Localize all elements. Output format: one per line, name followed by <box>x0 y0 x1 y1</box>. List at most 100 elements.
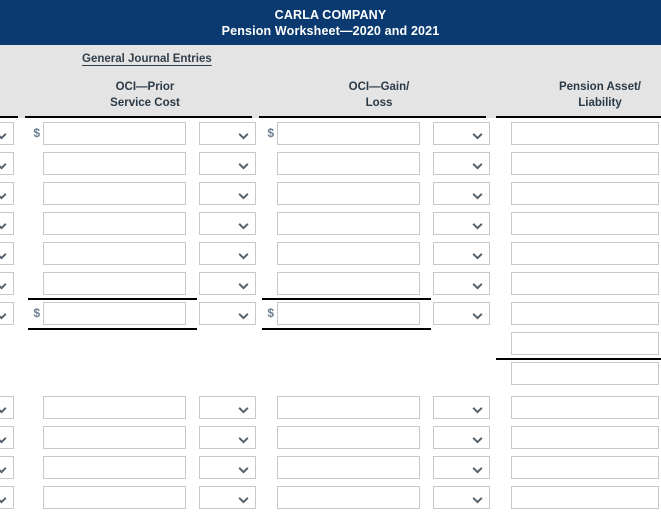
row-6-pension-asset-liability-input[interactable] <box>511 302 659 325</box>
row-4-prior-service-cost-select[interactable] <box>199 242 256 265</box>
row-0-gl-currency-cell: $ <box>262 122 274 145</box>
header-rule-left <box>0 116 18 118</box>
worksheet-subtitle: Pension Worksheet—2020 and 2021 <box>221 24 440 38</box>
row-3-prior-service-cost-input[interactable] <box>43 212 186 235</box>
row-3-left-account-select[interactable] <box>0 212 14 235</box>
row-3-left-account-select-cell <box>0 212 14 235</box>
row-1-prior-service-cost-select[interactable] <box>199 152 256 175</box>
row-0-pension-asset-liability-input[interactable] <box>511 122 659 145</box>
row-1-pension-asset-liability-input[interactable] <box>511 152 659 175</box>
bottom-row-1-left-account-select[interactable] <box>0 426 14 449</box>
bottom-row-1-gain-loss-input[interactable] <box>277 426 420 449</box>
row-1-gain-loss-input[interactable] <box>277 152 420 175</box>
pal-extra-1-input-cell <box>511 362 659 385</box>
bottom-row-2-gain-loss-select[interactable] <box>433 456 490 479</box>
chevron-down-icon <box>238 492 249 503</box>
table-row <box>0 396 661 426</box>
chevron-down-icon <box>238 432 249 443</box>
bottom-row-2-prior-service-cost-select[interactable] <box>199 456 256 479</box>
bottom-row-0-gain-loss-select[interactable] <box>433 396 490 419</box>
row-0-gain-loss-select[interactable] <box>433 122 490 145</box>
row-1-prior-service-cost-input[interactable] <box>43 152 186 175</box>
chevron-down-icon <box>0 128 7 139</box>
column-header-band: General Journal Entries OCI—Prior Servic… <box>0 45 661 118</box>
row-6-gain-loss-input[interactable] <box>277 302 420 325</box>
row-5-gain-loss-select[interactable] <box>433 272 490 295</box>
bottom-row-0-pension-asset-liability-input[interactable] <box>511 396 659 419</box>
row-0-pension-asset-liability-input-cell <box>511 122 659 145</box>
row-0-gain-loss-input[interactable] <box>277 122 420 145</box>
column-header-pension-asset-liability: Pension Asset/ Liability <box>540 79 660 111</box>
chevron-down-icon <box>472 308 483 319</box>
row-5-prior-service-cost-input[interactable] <box>43 272 186 295</box>
row-5-left-account-select[interactable] <box>0 272 14 295</box>
chevron-down-icon <box>0 492 7 503</box>
bottom-row-3-gain-loss-select[interactable] <box>433 486 490 509</box>
bottom-row-1-prior-service-cost-input[interactable] <box>43 426 186 449</box>
row-5-gain-loss-input[interactable] <box>277 272 420 295</box>
row-4-gain-loss-select[interactable] <box>433 242 490 265</box>
row-0-prior-service-cost-select[interactable] <box>199 122 256 145</box>
row-6-pension-asset-liability-input-cell <box>511 302 659 325</box>
row-2-left-account-select-cell <box>0 182 14 205</box>
bottom-row-2-left-account-select[interactable] <box>0 456 14 479</box>
bottom-row-3-gain-loss-input[interactable] <box>277 486 420 509</box>
row-3-gain-loss-select[interactable] <box>433 212 490 235</box>
chevron-down-icon <box>238 462 249 473</box>
bottom-row-3-left-account-select[interactable] <box>0 486 14 509</box>
bottom-row-1-gain-loss-input-cell <box>277 426 420 449</box>
row-0-gain-loss-input-cell <box>277 122 420 145</box>
bottom-row-3-prior-service-cost-select[interactable] <box>199 486 256 509</box>
chevron-down-icon <box>238 188 249 199</box>
row-3-pension-asset-liability-input[interactable] <box>511 212 659 235</box>
bottom-row-1-gain-loss-select[interactable] <box>433 426 490 449</box>
row-2-gain-loss-select[interactable] <box>433 182 490 205</box>
bottom-row-2-pension-asset-liability-input[interactable] <box>511 456 659 479</box>
row-3-gain-loss-input[interactable] <box>277 212 420 235</box>
pal-extra-1-input[interactable] <box>511 362 659 385</box>
row-0-prior-service-cost-input[interactable] <box>43 122 186 145</box>
row-4-gain-loss-select-cell <box>433 242 490 265</box>
row-1-left-account-select[interactable] <box>0 152 14 175</box>
bottom-row-2-gain-loss-input[interactable] <box>277 456 420 479</box>
bottom-row-2-prior-service-cost-input[interactable] <box>43 456 186 479</box>
row-2-pension-asset-liability-input[interactable] <box>511 182 659 205</box>
table-row <box>0 212 661 242</box>
row-2-prior-service-cost-select[interactable] <box>199 182 256 205</box>
row-6-gain-loss-select[interactable] <box>433 302 490 325</box>
pal-extra-0-input[interactable] <box>511 332 659 355</box>
row-2-prior-service-cost-input[interactable] <box>43 182 186 205</box>
row-4-pension-asset-liability-input[interactable] <box>511 242 659 265</box>
table-row <box>0 456 661 486</box>
row-2-gain-loss-input[interactable] <box>277 182 420 205</box>
row-4-left-account-select[interactable] <box>0 242 14 265</box>
row-6-prior-service-cost-input[interactable] <box>43 302 186 325</box>
bottom-row-1-prior-service-cost-select[interactable] <box>199 426 256 449</box>
bottom-row-0-left-account-select[interactable] <box>0 396 14 419</box>
chevron-down-icon <box>472 402 483 413</box>
row-6-psc-currency-cell: $ <box>28 302 40 325</box>
bottom-row-0-pension-asset-liability-input-cell <box>511 396 659 419</box>
bottom-row-0-gain-loss-input-cell <box>277 396 420 419</box>
bottom-row-0-prior-service-cost-select[interactable] <box>199 396 256 419</box>
column-header-line1: OCI—Gain/ <box>348 81 410 93</box>
bottom-row-3-prior-service-cost-input[interactable] <box>43 486 186 509</box>
bottom-row-0-gain-loss-input[interactable] <box>277 396 420 419</box>
row-6-prior-service-cost-select[interactable] <box>199 302 256 325</box>
bottom-row-0-prior-service-cost-input[interactable] <box>43 396 186 419</box>
row-2-left-account-select[interactable] <box>0 182 14 205</box>
row-4-prior-service-cost-input[interactable] <box>43 242 186 265</box>
row-5-prior-service-cost-select[interactable] <box>199 272 256 295</box>
row-4-gain-loss-input[interactable] <box>277 242 420 265</box>
row-6-left-account-select[interactable] <box>0 302 14 325</box>
subtotal-rule-pension-asset-liability <box>496 358 661 360</box>
row-5-pension-asset-liability-input[interactable] <box>511 272 659 295</box>
row-0-left-account-select[interactable] <box>0 122 14 145</box>
subtotal-rule-prior-service-cost <box>28 298 197 300</box>
row-1-gain-loss-select[interactable] <box>433 152 490 175</box>
row-3-prior-service-cost-select[interactable] <box>199 212 256 235</box>
bottom-row-3-pension-asset-liability-input[interactable] <box>511 486 659 509</box>
row-5-prior-service-cost-select-cell <box>199 272 256 295</box>
bottom-row-1-pension-asset-liability-input[interactable] <box>511 426 659 449</box>
chevron-down-icon <box>238 402 249 413</box>
